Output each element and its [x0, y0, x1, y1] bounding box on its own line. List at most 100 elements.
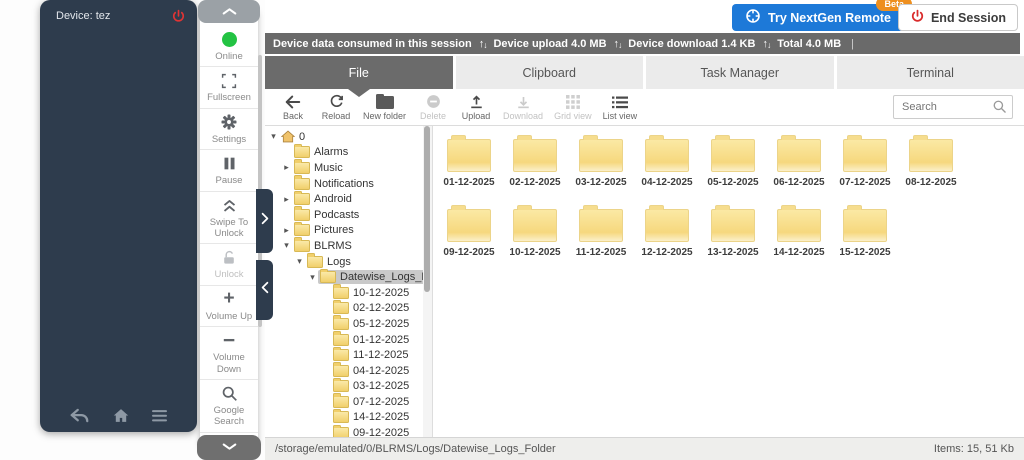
tree-item-content[interactable]: Podcasts	[292, 208, 363, 222]
sidebar-item-settings[interactable]: Settings	[200, 108, 258, 149]
sidebar-item-fullscreen[interactable]: Fullscreen	[200, 66, 258, 107]
tree-expand-arrow-icon[interactable]: ▸	[281, 194, 292, 205]
sidebar-collapse-up-button[interactable]	[198, 0, 260, 23]
tree-item-content[interactable]: 11-12-2025	[331, 348, 412, 362]
device-mirror-panel[interactable]: Device: tez	[40, 0, 197, 432]
tree-item-content[interactable]: BLRMS	[292, 239, 356, 253]
grid-folder-12-12-2025[interactable]: 12-12-2025	[634, 201, 700, 271]
tree-scrollbar[interactable]	[423, 126, 432, 437]
tree-item-07-12-2025[interactable]: 07-12-2025	[265, 394, 423, 410]
nav-back-icon[interactable]	[70, 408, 89, 423]
tree-item-content[interactable]: 03-12-2025	[331, 379, 413, 393]
sidebar-item-volume-down[interactable]: −Volume Down	[200, 326, 258, 379]
tree-item-datewise-logs-folder[interactable]: ▾Datewise_Logs_Folder	[265, 269, 423, 285]
grid-folder-05-12-2025[interactable]: 05-12-2025	[700, 131, 766, 201]
nav-recents-icon[interactable]	[152, 410, 167, 422]
sidebar-item-pause[interactable]: Pause	[200, 149, 258, 190]
end-session-button[interactable]: End Session	[898, 4, 1018, 31]
tree-item-14-12-2025[interactable]: 14-12-2025	[265, 410, 423, 426]
grid-folder-09-12-2025[interactable]: 09-12-2025	[436, 201, 502, 271]
sidebar-item-swipe-to-unlock[interactable]: Swipe To Unlock	[200, 191, 258, 244]
try-nextgen-remote-button[interactable]: Try NextGen Remote Beta	[732, 4, 904, 31]
tree-item-content[interactable]: Datewise_Logs_Folder	[318, 270, 423, 284]
tree-scrollbar-thumb[interactable]	[424, 126, 430, 292]
sidebar-item-unlock[interactable]: Unlock	[200, 243, 258, 284]
tree-item-content[interactable]: 07-12-2025	[331, 395, 413, 409]
tree-expand-arrow-icon[interactable]: ▾	[294, 256, 305, 267]
tree-item-01-12-2025[interactable]: 01-12-2025	[265, 332, 423, 348]
tree-item-04-12-2025[interactable]: 04-12-2025	[265, 363, 423, 379]
grid-folder-11-12-2025[interactable]: 11-12-2025	[568, 201, 634, 271]
tree-expand-arrow-icon[interactable]: ▾	[268, 131, 279, 142]
tree-item-content[interactable]: 0	[279, 129, 309, 144]
tree-item-0[interactable]: ▾0	[265, 129, 423, 145]
tab-clipboard[interactable]: Clipboard	[456, 56, 644, 89]
tree-expand-arrow-icon[interactable]: ▸	[281, 225, 292, 236]
grid-folder-13-12-2025[interactable]: 13-12-2025	[700, 201, 766, 271]
tree-item-blrms[interactable]: ▾BLRMS	[265, 238, 423, 254]
grid-folder-02-12-2025[interactable]: 02-12-2025	[502, 131, 568, 201]
collapse-panel-handle[interactable]	[256, 260, 273, 320]
grid-folder-10-12-2025[interactable]: 10-12-2025	[502, 201, 568, 271]
tree-expand-arrow-icon[interactable]: ▾	[307, 272, 318, 283]
expand-panel-handle[interactable]	[256, 189, 273, 253]
grid-folder-01-12-2025[interactable]: 01-12-2025	[436, 131, 502, 201]
tree-item-02-12-2025[interactable]: 02-12-2025	[265, 301, 423, 317]
folder-name: 12-12-2025	[641, 247, 692, 258]
grid-folder-03-12-2025[interactable]: 03-12-2025	[568, 131, 634, 201]
tree-expand-arrow-icon[interactable]: ▸	[281, 162, 292, 173]
toolbar-buttons: BackReloadNew folderDeleteUploadDownload…	[274, 92, 640, 122]
tree-item-android[interactable]: ▸Android	[265, 191, 423, 207]
tree-item-content[interactable]: 05-12-2025	[331, 317, 413, 331]
tree-item-05-12-2025[interactable]: 05-12-2025	[265, 316, 423, 332]
tree-item-podcasts[interactable]: Podcasts	[265, 207, 423, 223]
grid-folder-08-12-2025[interactable]: 08-12-2025	[898, 131, 964, 201]
toolbar-button-label: New folder	[363, 111, 406, 121]
grid-folder-15-12-2025[interactable]: 15-12-2025	[832, 201, 898, 271]
toolbar-list-view-button[interactable]: List view	[600, 92, 641, 122]
tree-item-content[interactable]: Pictures	[292, 223, 358, 237]
tree-item-03-12-2025[interactable]: 03-12-2025	[265, 379, 423, 395]
grid-folder-06-12-2025[interactable]: 06-12-2025	[766, 131, 832, 201]
tree-item-content[interactable]: 14-12-2025	[331, 410, 413, 424]
tree-item-pictures[interactable]: ▸Pictures	[265, 223, 423, 239]
tab-label: File	[349, 66, 369, 80]
tree-item-content[interactable]: Alarms	[292, 145, 352, 159]
tab-terminal[interactable]: Terminal	[837, 56, 1024, 89]
device-power-icon[interactable]	[169, 7, 187, 25]
grid-folder-07-12-2025[interactable]: 07-12-2025	[832, 131, 898, 201]
tree-item-content[interactable]: Music	[292, 161, 347, 175]
tree-item-content[interactable]: Logs	[305, 255, 355, 269]
tree-expand-arrow-icon[interactable]: ▾	[281, 240, 292, 251]
folder-name: 05-12-2025	[707, 177, 758, 188]
tree-item-notifications[interactable]: Notifications	[265, 176, 423, 192]
tab-task-manager[interactable]: Task Manager	[646, 56, 834, 89]
tree-item-content[interactable]: 09-12-2025	[331, 426, 413, 437]
tree-item-content[interactable]: 10-12-2025	[331, 286, 413, 300]
tree-item-content[interactable]: 01-12-2025	[331, 333, 413, 347]
sidebar-item-google-search[interactable]: Google Search	[200, 379, 258, 432]
nav-home-icon[interactable]	[113, 408, 129, 423]
tree-item-10-12-2025[interactable]: 10-12-2025	[265, 285, 423, 301]
folder-icon	[333, 334, 349, 346]
toolbar-back-button[interactable]: Back	[274, 92, 312, 122]
tree-item-content[interactable]: 02-12-2025	[331, 301, 413, 315]
tree-item-logs[interactable]: ▾Logs	[265, 254, 423, 270]
tab-file[interactable]: File	[265, 56, 453, 89]
folder-icon	[333, 396, 349, 408]
grid-folder-14-12-2025[interactable]: 14-12-2025	[766, 201, 832, 271]
tree-item-alarms[interactable]: Alarms	[265, 145, 423, 161]
tree-item-music[interactable]: ▸Music	[265, 160, 423, 176]
sidebar-item-volume-up[interactable]: +Volume Up	[200, 285, 258, 326]
sidebar-scroll-down-button[interactable]	[197, 435, 261, 460]
tree-item-content[interactable]: Notifications	[292, 177, 378, 191]
tree-item-content[interactable]: 04-12-2025	[331, 364, 413, 378]
status-bar: /storage/emulated/0/BLRMS/Logs/Datewise_…	[265, 437, 1024, 460]
tree-item-11-12-2025[interactable]: 11-12-2025	[265, 347, 423, 363]
tree-item-09-12-2025[interactable]: 09-12-2025	[265, 425, 423, 437]
grid-folder-04-12-2025[interactable]: 04-12-2025	[634, 131, 700, 201]
sidebar-item-online[interactable]: Online	[200, 26, 258, 66]
tab-label: Task Manager	[700, 66, 779, 80]
toolbar-upload-button[interactable]: Upload	[457, 92, 495, 122]
tree-item-content[interactable]: Android	[292, 192, 356, 206]
